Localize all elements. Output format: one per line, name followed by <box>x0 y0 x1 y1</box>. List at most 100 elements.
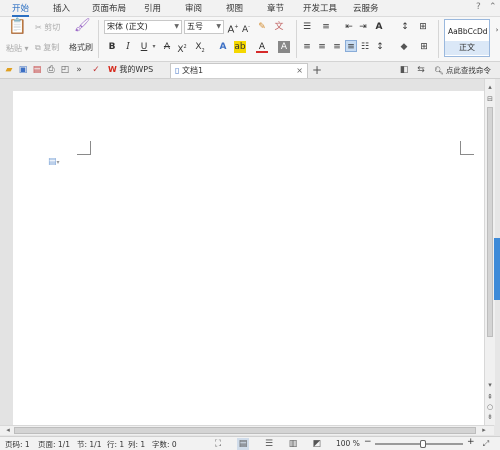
new-tab-button[interactable]: + <box>311 64 323 76</box>
page-view-icon[interactable]: ▤ <box>237 438 249 450</box>
decrease-indent-icon[interactable]: ⇤ <box>343 21 355 33</box>
font-name-select[interactable]: 宋体 (正文) ▼ <box>104 20 182 34</box>
tab-developer[interactable]: 开发工具 <box>303 2 337 14</box>
align-center-icon[interactable]: ≡ <box>316 41 328 53</box>
clear-format-icon[interactable]: ✎ <box>256 21 268 33</box>
tab-document-1[interactable]: ▯ 文档1 × <box>170 63 308 78</box>
zoom-slider-thumb[interactable] <box>420 440 426 448</box>
copy-label: 复制 <box>43 43 60 52</box>
increase-indent-icon[interactable]: ⇥ <box>357 21 369 33</box>
table-icon[interactable]: ⊞ <box>417 21 429 33</box>
help-icon[interactable]: ? <box>476 2 481 12</box>
side-panel-toggle[interactable] <box>494 238 500 300</box>
format-painter-button[interactable]: 格式刷 <box>69 42 93 53</box>
web-view-icon[interactable]: ▥ <box>287 438 299 450</box>
export-pdf-icon[interactable]: ▤ <box>31 64 43 76</box>
status-page-number: 页码: 1 <box>5 440 30 449</box>
collapse-ribbon-icon[interactable]: ⌃ <box>489 2 497 12</box>
align-justify-icon[interactable]: ≡ <box>345 40 357 52</box>
zoom-out-button[interactable]: − <box>364 437 372 447</box>
tab-start[interactable]: 开始 <box>12 2 30 17</box>
tab-view[interactable]: 视图 <box>226 2 243 14</box>
highlight-icon[interactable]: ab <box>234 41 246 53</box>
grow-font-icon[interactable]: A+ <box>227 21 239 35</box>
tab-my-wps[interactable]: W 我的WPS <box>104 63 168 78</box>
line-spacing-icon[interactable]: ↕ <box>374 41 386 53</box>
chinese-layout-icon[interactable]: A <box>373 21 385 33</box>
distributed-align-icon[interactable]: ☷ <box>359 41 371 53</box>
close-icon[interactable]: × <box>296 64 303 78</box>
style-name-label: 正文 <box>445 41 489 55</box>
scroll-down-icon[interactable]: ▾ <box>485 379 495 391</box>
scroll-up-icon[interactable]: ▴ <box>485 81 495 93</box>
document-page[interactable]: ▤▾ <box>13 91 486 425</box>
protect-view-icon[interactable]: ◩ <box>311 438 323 450</box>
margin-corner-top-right <box>460 141 474 155</box>
scissors-icon: ✂ <box>35 23 42 32</box>
style-scroll-icon[interactable]: › <box>491 24 500 36</box>
search-command-button[interactable]: 🔍︎ 点此查找命令 <box>434 65 491 76</box>
search-command-label: 点此查找命令 <box>445 66 491 75</box>
horizontal-scroll-thumb[interactable] <box>14 427 476 434</box>
tab-page-layout[interactable]: 页面布局 <box>92 2 126 14</box>
text-effect-icon[interactable]: A <box>217 41 229 53</box>
copy-icon: ⧉ <box>35 43 41 52</box>
sort-icon[interactable]: ↕ <box>399 21 411 33</box>
align-right-icon[interactable]: ≡ <box>331 41 343 53</box>
status-bar: 页码: 1 页面: 1/1 节: 1/1 行: 1 列: 1 字数: 0 ⛶ ▤… <box>0 436 500 450</box>
scroll-right-icon[interactable]: ▸ <box>478 424 490 436</box>
align-left-icon[interactable]: ≡ <box>301 41 313 53</box>
print-icon[interactable]: ⎙ <box>45 64 57 76</box>
style-preview-normal[interactable]: AaBbCcDd 正文 <box>444 19 490 57</box>
outline-view-icon[interactable]: ☰ <box>263 438 275 450</box>
scroll-left-icon[interactable]: ◂ <box>2 424 14 436</box>
borders-icon[interactable]: ⊞ <box>418 41 430 53</box>
char-shading-icon[interactable]: A <box>278 41 290 53</box>
horizontal-scrollbar[interactable]: ◂ ▸ <box>0 425 494 435</box>
zoom-slider-track[interactable] <box>375 443 463 445</box>
phonetic-guide-icon[interactable]: 文 <box>273 21 285 33</box>
history-icon[interactable]: ⇆ <box>415 64 427 76</box>
font-color-icon[interactable]: A <box>256 41 268 53</box>
status-pages: 页面: 1/1 <box>38 440 70 449</box>
ribbon: 📋 粘贴 ▾ ✂ 剪切 ⧉ 复制 🖌 格式刷 宋体 (正文) ▼ 五号 ▼ A+ A… <box>0 17 500 62</box>
collaboration-icon[interactable]: ◧ <box>398 64 410 76</box>
document-icon: ▯ <box>175 66 180 75</box>
open-folder-icon[interactable]: ▰ <box>3 64 15 76</box>
paste-button[interactable]: 粘贴 ▾ <box>6 43 29 54</box>
superscript-button[interactable]: X2 <box>176 41 188 55</box>
tab-chapter[interactable]: 章节 <box>267 2 284 14</box>
print-preview-icon[interactable]: ◰ <box>59 64 71 76</box>
scroll-thumb[interactable] <box>487 107 493 337</box>
fullscreen-icon[interactable]: ⛶ <box>212 438 224 450</box>
tab-insert[interactable]: 插入 <box>53 2 70 14</box>
cut-button[interactable]: ✂ 剪切 <box>35 22 60 33</box>
numbered-list-icon[interactable]: ≡ <box>320 21 332 33</box>
font-size-select[interactable]: 五号 ▼ <box>184 20 224 34</box>
format-painter-icon[interactable]: 🖌 <box>74 19 91 36</box>
shading-icon[interactable]: ◆ <box>398 41 410 53</box>
tab-cloud[interactable]: 云服务 <box>353 2 379 14</box>
status-word-count[interactable]: 字数: 0 <box>152 439 177 450</box>
tab-references[interactable]: 引用 <box>144 2 161 14</box>
next-page-icon[interactable]: ⇟ <box>485 411 495 423</box>
save-icon[interactable]: ▣ <box>17 64 29 76</box>
shrink-font-icon[interactable]: A- <box>240 21 252 35</box>
bullet-list-icon[interactable]: ☰ <box>301 21 313 33</box>
fit-window-icon[interactable]: ⤢ <box>480 438 492 450</box>
pin-icon[interactable]: ✓ <box>90 64 102 76</box>
italic-button[interactable]: I <box>122 41 134 53</box>
tab-review[interactable]: 审阅 <box>185 2 202 14</box>
subscript-button[interactable]: X2 <box>194 41 206 54</box>
paste-icon[interactable]: 📋 <box>8 19 27 38</box>
paste-options-icon[interactable]: ▤▾ <box>48 157 60 167</box>
zoom-in-button[interactable]: + <box>467 437 475 447</box>
strikethrough-button[interactable]: A <box>161 41 173 53</box>
status-section: 节: 1/1 <box>77 440 102 449</box>
underline-dropdown-icon[interactable]: ▾ <box>148 41 160 53</box>
zoom-level[interactable]: 100 % <box>336 439 360 448</box>
copy-button[interactable]: ⧉ 复制 <box>35 42 59 53</box>
more-tools-icon[interactable]: » <box>73 64 85 76</box>
bold-button[interactable]: B <box>106 41 118 53</box>
split-view-icon[interactable]: ⊟ <box>485 93 495 105</box>
